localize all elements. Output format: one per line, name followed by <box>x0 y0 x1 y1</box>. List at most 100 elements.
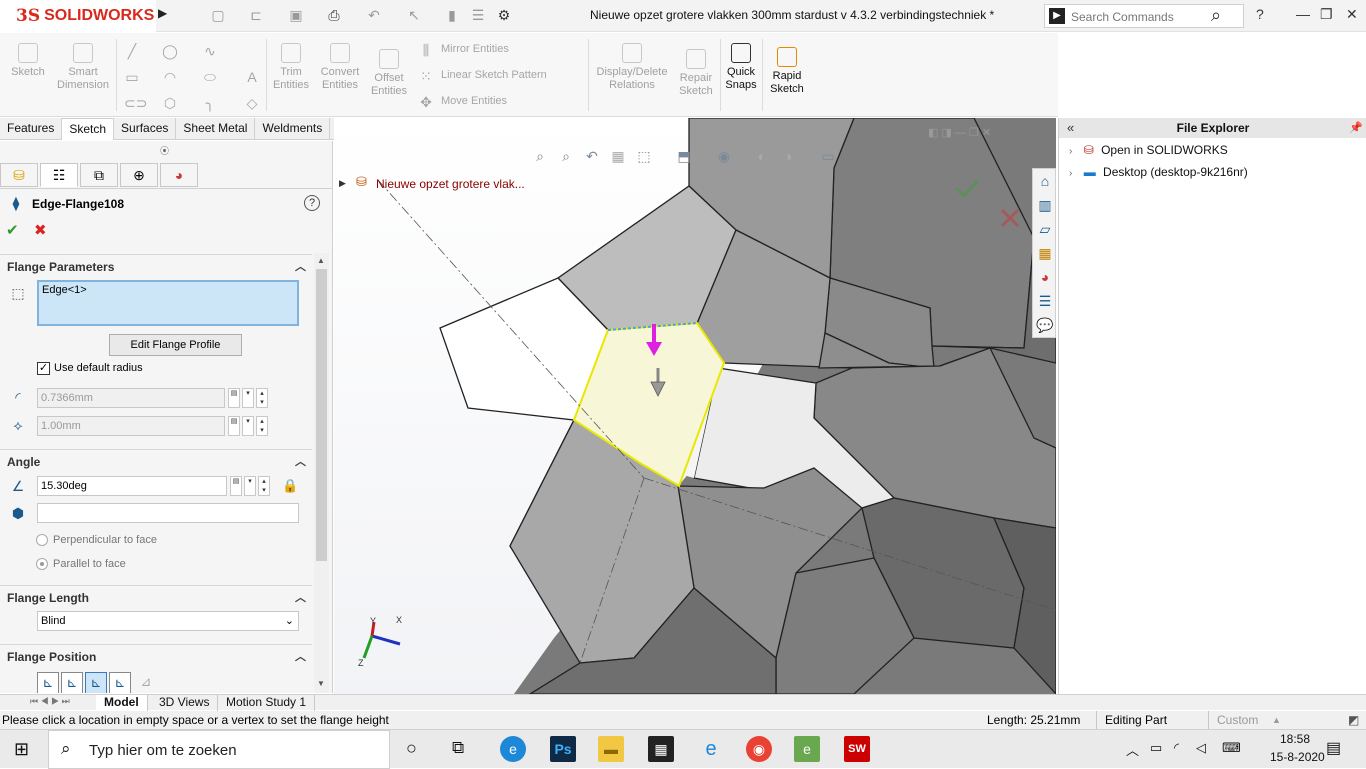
tab-sketch[interactable]: Sketch <box>62 118 115 140</box>
zoom-to-fit-icon[interactable]: ⌕ <box>530 146 550 166</box>
tab-scroll-icons[interactable]: ⏮ ◀ ▶ ⏭ <box>30 696 70 707</box>
edge-selection-box[interactable]: Edge<1> <box>37 280 299 326</box>
wifi-icon[interactable]: ◜ <box>1174 740 1179 756</box>
flange-parameters-header[interactable]: Flange Parameters ︿ <box>0 254 312 278</box>
pin-icon[interactable]: 📌 <box>1349 121 1363 134</box>
edit-appearance-icon[interactable]: ◑ <box>778 146 798 166</box>
forum-icon[interactable]: 💬 <box>1035 315 1055 335</box>
taskbar-search[interactable]: ⌕ Typ hier om te zoeken <box>48 730 390 769</box>
file-properties-icon[interactable]: ☰ <box>468 7 488 25</box>
bend-radius-field[interactable]: 0.7366mm <box>37 388 225 408</box>
tab-motion-study[interactable]: Motion Study 1 <box>218 695 316 711</box>
tree-expand-icon[interactable]: ▶ <box>339 178 346 189</box>
tree-expand-icon[interactable]: › <box>1069 168 1072 179</box>
gap-dropdown-icon[interactable]: ▾ <box>242 416 254 436</box>
internet-explorer-icon[interactable]: e <box>698 736 724 762</box>
spline-icon[interactable]: ∿ <box>202 43 218 59</box>
help-icon[interactable]: ? <box>304 195 320 211</box>
edge-browser-icon[interactable]: e <box>500 736 526 762</box>
display-delete-relations-button[interactable]: Display/Delete Relations <box>592 43 672 92</box>
material-outside-icon[interactable]: ⊾ <box>61 672 83 693</box>
display-style-icon[interactable]: ◉ <box>714 146 734 166</box>
file-explorer-item-desktop[interactable]: › ▬ Desktop (desktop-9k216nr) <box>1069 162 1248 182</box>
bend-outside-icon[interactable]: ⊾ <box>85 672 107 693</box>
text-icon[interactable]: A <box>244 69 260 85</box>
notification-icon[interactable]: ◩ <box>1348 711 1359 729</box>
network-device-icon[interactable]: ▭ <box>1150 740 1162 756</box>
restore-icon[interactable]: ❐ <box>1320 6 1333 23</box>
windows-start-icon[interactable]: ⊞ <box>14 739 29 760</box>
feature-manager-tab-icon[interactable]: ⛁ <box>0 163 38 187</box>
file-explorer-icon[interactable]: ▬ <box>598 736 624 762</box>
edit-flange-profile-button[interactable]: Edit Flange Profile <box>109 334 242 356</box>
model-geometry[interactable] <box>334 118 1056 694</box>
search-icon[interactable]: ⌕ <box>1211 5 1221 26</box>
gap-spinner[interactable]: ▴ ▾ <box>256 416 268 436</box>
linear-sketch-pattern-button[interactable]: Linear Sketch Pattern <box>441 69 547 81</box>
open-document-icon[interactable]: ⊏ <box>246 7 266 25</box>
parallel-radio[interactable] <box>36 558 48 570</box>
design-library-icon[interactable]: ▥ <box>1035 195 1055 215</box>
close-icon[interactable]: ✕ <box>1346 6 1358 23</box>
photoshop-icon[interactable]: Ps <box>550 736 576 762</box>
cortana-icon[interactable]: ○ <box>406 738 417 759</box>
bend-radius-table-icon[interactable]: ▤ <box>228 388 240 408</box>
minimize-icon[interactable]: — <box>1296 6 1310 22</box>
bend-radius-dropdown-icon[interactable]: ▾ <box>242 388 254 408</box>
task-view-icon[interactable]: ⧉ <box>452 738 464 758</box>
slot-icon[interactable]: ⊂⊃ <box>124 95 147 111</box>
tangent-to-bend-icon[interactable]: ⊿ <box>135 672 157 693</box>
view-palette-icon[interactable]: ▦ <box>1035 243 1055 263</box>
tray-chevron-icon[interactable]: ︿ <box>1126 740 1139 759</box>
viewport-tile-icon[interactable]: ◧ ◨ — ❐ ✕ <box>928 126 991 139</box>
collapse-pane-icon[interactable]: « <box>1067 120 1074 135</box>
configuration-manager-tab-icon[interactable]: ⧉ <box>80 163 118 187</box>
collapse-caret-icon[interactable]: ︿ <box>295 586 306 610</box>
bend-from-virtual-sharp-icon[interactable]: ⊾ <box>109 672 131 693</box>
convert-entities-button[interactable]: Convert Entities <box>316 43 364 92</box>
graphics-area[interactable]: ▶ ⛁ Nieuwe opzet grotere vlak... X Y Z ◧… <box>334 118 1056 694</box>
ellipse-icon[interactable]: ⬭ <box>202 69 218 85</box>
fillet-icon[interactable]: ╮ <box>202 95 218 111</box>
custom-properties-icon[interactable]: ☰ <box>1035 291 1055 311</box>
angle-table-icon[interactable]: ▤ <box>230 476 242 496</box>
gap-table-icon[interactable]: ▤ <box>228 416 240 436</box>
view-orientation-icon[interactable]: ⬒ <box>674 146 694 166</box>
scroll-up-icon[interactable]: ▲ <box>317 256 325 265</box>
angle-spinner[interactable]: ▴ ▾ <box>258 476 270 496</box>
mirror-entities-button[interactable]: Mirror Entities <box>441 43 509 55</box>
previous-view-icon[interactable]: ↶ <box>582 146 602 166</box>
angle-dropdown-icon[interactable]: ▾ <box>244 476 256 496</box>
panel-grip[interactable]: ⦿ <box>160 144 169 157</box>
tree-expand-icon[interactable]: › <box>1069 146 1072 157</box>
repair-sketch-button[interactable]: Repair Sketch <box>676 49 716 98</box>
ok-icon[interactable]: ✔ <box>6 221 19 239</box>
collapse-caret-icon[interactable]: ︿ <box>295 645 306 669</box>
units-selector[interactable]: Custom <box>1217 711 1258 729</box>
clock-date[interactable]: 15-8-2020 <box>1270 750 1325 764</box>
store-icon[interactable]: ▦ <box>648 736 674 762</box>
cancel-icon[interactable]: ✖ <box>34 221 47 239</box>
tab-model[interactable]: Model <box>96 695 148 711</box>
collapse-caret-icon[interactable]: ︿ <box>295 255 306 279</box>
chrome-icon[interactable]: ◉ <box>746 736 772 762</box>
perpendicular-radio[interactable] <box>36 534 48 546</box>
quick-snaps-button[interactable]: Quick Snaps <box>722 43 760 92</box>
print-icon[interactable]: ⎙ <box>324 7 344 25</box>
solidworks-logo[interactable]: 3S SOLIDWORKS <box>0 0 156 32</box>
rebuild-icon[interactable]: ▮ <box>442 7 462 25</box>
flyout-tree-root[interactable]: Nieuwe opzet grotere vlak... <box>376 177 525 191</box>
arc-icon[interactable]: ◠ <box>162 69 178 85</box>
trim-entities-button[interactable]: Trim Entities <box>270 43 312 92</box>
appearances-icon[interactable]: ◕ <box>1035 267 1055 287</box>
dimxpert-manager-tab-icon[interactable]: ⊕ <box>120 163 158 187</box>
volume-icon[interactable]: ◁ <box>1196 740 1206 756</box>
flange-position-header[interactable]: Flange Position ︿ <box>0 644 312 668</box>
plane-icon[interactable]: ◇ <box>244 95 260 111</box>
select-icon[interactable]: ↖ <box>404 7 424 25</box>
view-settings-icon[interactable]: ▭ <box>818 146 838 166</box>
angle-field[interactable]: 15.30deg <box>37 476 227 496</box>
display-manager-tab-icon[interactable]: ◕ <box>160 163 198 187</box>
tab-surfaces[interactable]: Surfaces <box>114 118 177 140</box>
file-explorer-item-open[interactable]: › ⛁ Open in SOLIDWORKS <box>1069 140 1228 160</box>
